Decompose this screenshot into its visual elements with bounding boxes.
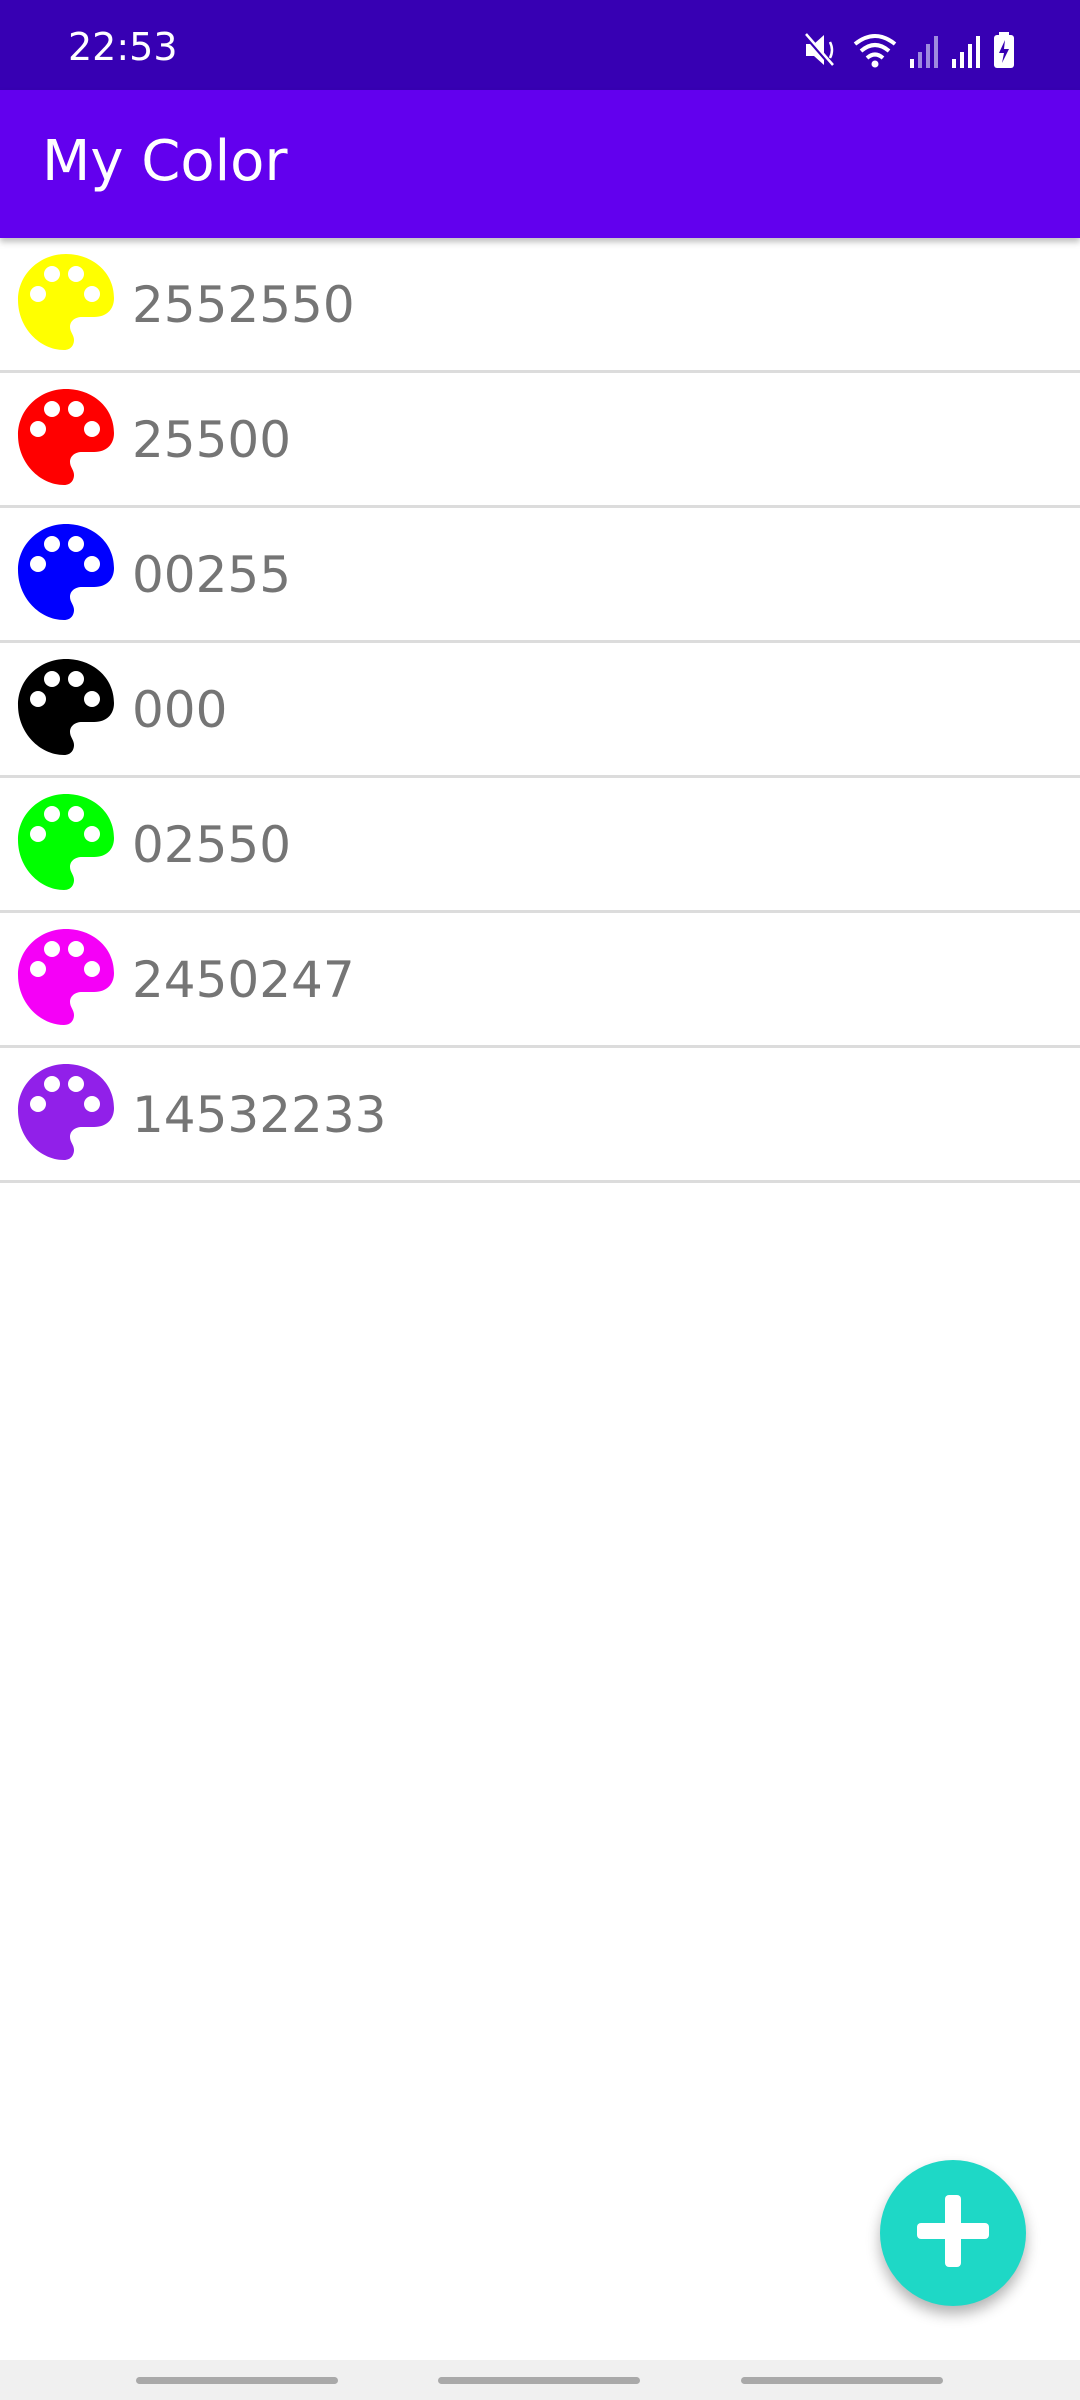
palette-icon (16, 522, 116, 622)
battery-charging-icon (992, 30, 1016, 70)
list-item[interactable]: 000 (0, 643, 1080, 778)
status-time: 22:53 (68, 25, 178, 69)
list-item[interactable]: 25500 (0, 373, 1080, 508)
app-bar: My Color (0, 90, 1080, 238)
palette-icon (16, 927, 116, 1027)
color-value: 2552550 (132, 276, 355, 334)
palette-icon (16, 252, 116, 352)
list-item[interactable]: 14532233 (0, 1048, 1080, 1183)
color-value: 02550 (132, 816, 292, 874)
color-value: 14532233 (132, 1086, 387, 1144)
palette-icon (16, 792, 116, 892)
status-bar: 22:53 (0, 0, 1080, 90)
status-icons (802, 30, 1016, 70)
list-item[interactable]: 00255 (0, 508, 1080, 643)
page-title: My Color (42, 129, 288, 194)
signal-icon (950, 30, 982, 70)
color-value: 25500 (132, 411, 292, 469)
color-value: 000 (132, 681, 228, 739)
navigation-bar (0, 2360, 1080, 2400)
wifi-icon (852, 30, 898, 70)
color-value: 2450247 (132, 951, 355, 1009)
plus-icon (911, 2189, 995, 2277)
color-value: 00255 (132, 546, 292, 604)
color-list: 2552550 25500 00255 000 02550 2450247 14… (0, 238, 1080, 1183)
recent-apps-pill[interactable] (136, 2377, 338, 2384)
add-color-button[interactable] (880, 2160, 1026, 2306)
list-item[interactable]: 02550 (0, 778, 1080, 913)
palette-icon (16, 1062, 116, 1162)
palette-icon (16, 387, 116, 487)
signal-icon (908, 30, 940, 70)
home-pill[interactable] (438, 2377, 640, 2384)
list-item[interactable]: 2450247 (0, 913, 1080, 1048)
list-item[interactable]: 2552550 (0, 238, 1080, 373)
mute-icon (802, 30, 842, 70)
back-pill[interactable] (741, 2377, 943, 2384)
palette-icon (16, 657, 116, 757)
